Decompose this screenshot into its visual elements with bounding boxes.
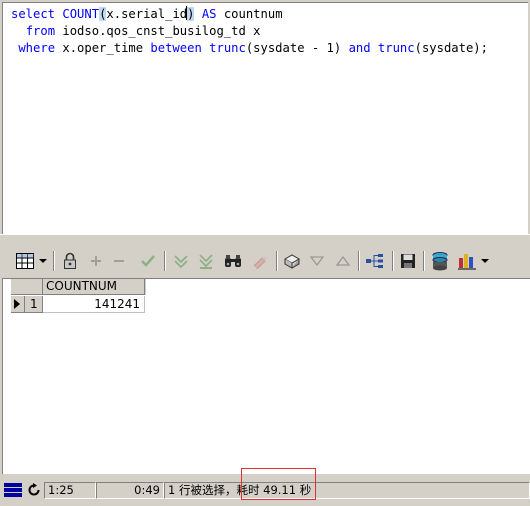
results-toolbar	[0, 244, 530, 278]
highlight-box	[241, 468, 316, 500]
clear-record-icon[interactable]	[248, 250, 270, 272]
toolbar-separator	[423, 251, 425, 271]
single-record-view-icon[interactable]	[281, 250, 303, 272]
current-row-arrow-icon	[14, 299, 20, 309]
keyword-from: from	[25, 24, 56, 38]
keyword-where: where	[18, 41, 56, 55]
sql-code[interactable]: select COUNT(x.serial_id) AS countnum fr…	[11, 6, 488, 57]
keyword-count: COUNT	[62, 7, 100, 21]
insert-record-icon[interactable]	[85, 250, 107, 272]
header-edge	[145, 279, 146, 295]
chart-icon[interactable]	[455, 250, 479, 272]
save-results-icon[interactable]	[397, 250, 419, 272]
fetch-next-page-icon[interactable]	[170, 250, 192, 272]
code-text: (sysdate);	[414, 41, 488, 55]
keyword-and: and	[348, 41, 371, 55]
row-indicator[interactable]	[11, 296, 25, 313]
toolbar-separator	[276, 251, 278, 271]
sql-line-1: select COUNT(x.serial_id) AS countnum	[11, 6, 488, 23]
lock-icon[interactable]	[59, 250, 81, 272]
refresh-icon[interactable]	[26, 481, 42, 499]
code-text: iodso.qos_cnst_busilog_td x	[55, 24, 261, 38]
export-query-results-icon[interactable]	[429, 250, 451, 272]
code-text: (sysdate - 1)	[245, 41, 349, 55]
code-text: countnum	[216, 7, 283, 21]
pane-splitter[interactable]	[0, 234, 530, 242]
post-changes-icon[interactable]	[137, 250, 159, 272]
column-header-countnum[interactable]: COUNTNUM	[43, 279, 145, 295]
results-grid[interactable]: COUNTNUM 1 141241	[2, 278, 530, 474]
fetch-last-page-icon[interactable]	[195, 250, 217, 272]
sql-line-2: from iodso.qos_cnst_busilog_td x	[11, 23, 488, 40]
toolbar-separator	[164, 251, 166, 271]
sql-editor[interactable]: select COUNT(x.serial_id) AS countnum fr…	[2, 2, 528, 234]
keyword-between: between	[150, 41, 202, 55]
keyword-trunc: trunc	[377, 41, 415, 55]
code-text: x.oper_time	[55, 41, 151, 55]
cursor-position: 1:25	[44, 482, 96, 499]
keyword-trunc: trunc	[209, 41, 246, 55]
cell-countnum[interactable]: 141241	[43, 296, 145, 313]
previous-record-icon[interactable]	[332, 250, 354, 272]
row-number: 1	[25, 296, 43, 313]
connection-status-icon	[2, 481, 24, 499]
toolbar-separator	[358, 251, 360, 271]
toolbar-separator	[53, 251, 55, 271]
keyword-select: select	[11, 7, 56, 21]
toolbar-separator	[392, 251, 394, 271]
query-by-example-icon[interactable]	[222, 250, 244, 272]
dropdown-arrow-icon[interactable]	[37, 250, 49, 272]
delete-record-icon[interactable]	[108, 250, 130, 272]
code-text: x.serial_id	[106, 7, 188, 21]
query-plan-icon[interactable]	[364, 250, 386, 272]
sql-line-3: where x.oper_time between trunc(sysdate …	[11, 40, 488, 57]
next-record-icon[interactable]	[306, 250, 328, 272]
chart-dropdown-arrow-icon[interactable]	[479, 250, 491, 272]
grid-corner-header	[11, 279, 43, 295]
status-message: 1 行被选择，耗时 49.11 秒	[164, 482, 530, 499]
grid-view-icon[interactable]	[14, 250, 36, 272]
keyword-as: AS	[201, 7, 217, 21]
elapsed-time: 0:49	[96, 482, 164, 499]
